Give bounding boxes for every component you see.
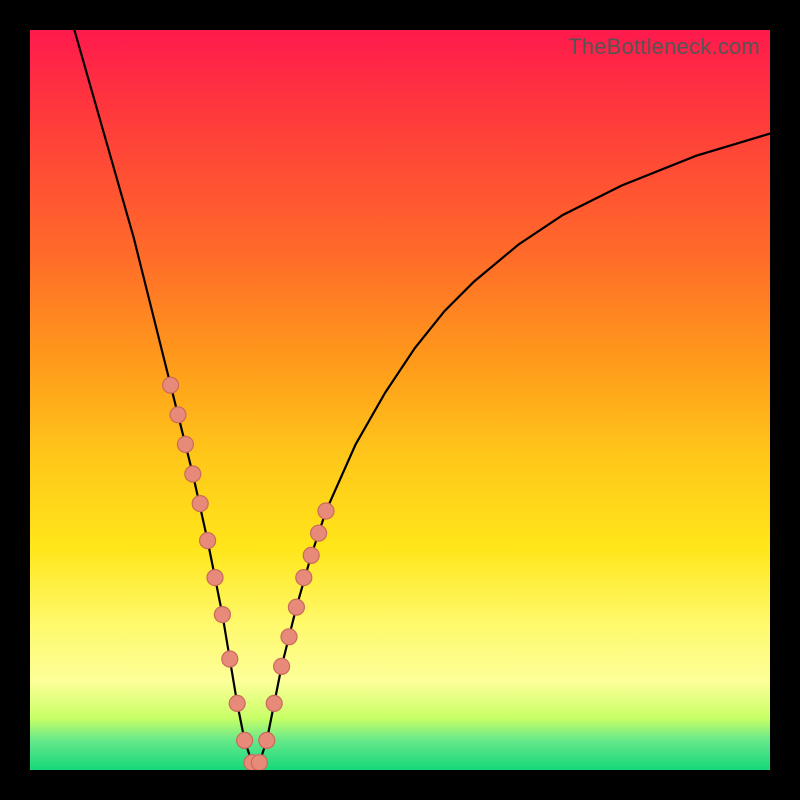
marker-dot bbox=[170, 407, 186, 423]
marker-dot bbox=[266, 695, 282, 711]
marker-dot bbox=[185, 466, 201, 482]
marker-dot bbox=[229, 695, 245, 711]
chart-frame: TheBottleneck.com bbox=[0, 0, 800, 800]
marker-dot bbox=[163, 377, 179, 393]
marker-dot bbox=[214, 607, 230, 623]
marker-dot bbox=[303, 547, 319, 563]
marker-dot bbox=[274, 658, 290, 674]
marker-dot bbox=[311, 525, 327, 541]
marker-dot bbox=[237, 732, 253, 748]
marker-dot bbox=[318, 503, 334, 519]
marker-dot bbox=[296, 570, 312, 586]
bottleneck-curve bbox=[74, 30, 770, 763]
marker-dot bbox=[192, 496, 208, 512]
marker-dot bbox=[200, 533, 216, 549]
marker-dot bbox=[288, 599, 304, 615]
marker-dots bbox=[163, 377, 334, 770]
marker-dot bbox=[259, 732, 275, 748]
marker-dot bbox=[177, 436, 193, 452]
plot-area: TheBottleneck.com bbox=[30, 30, 770, 770]
marker-dot bbox=[207, 570, 223, 586]
marker-dot bbox=[222, 651, 238, 667]
marker-dot bbox=[281, 629, 297, 645]
marker-dot bbox=[251, 755, 267, 770]
chart-svg bbox=[30, 30, 770, 770]
